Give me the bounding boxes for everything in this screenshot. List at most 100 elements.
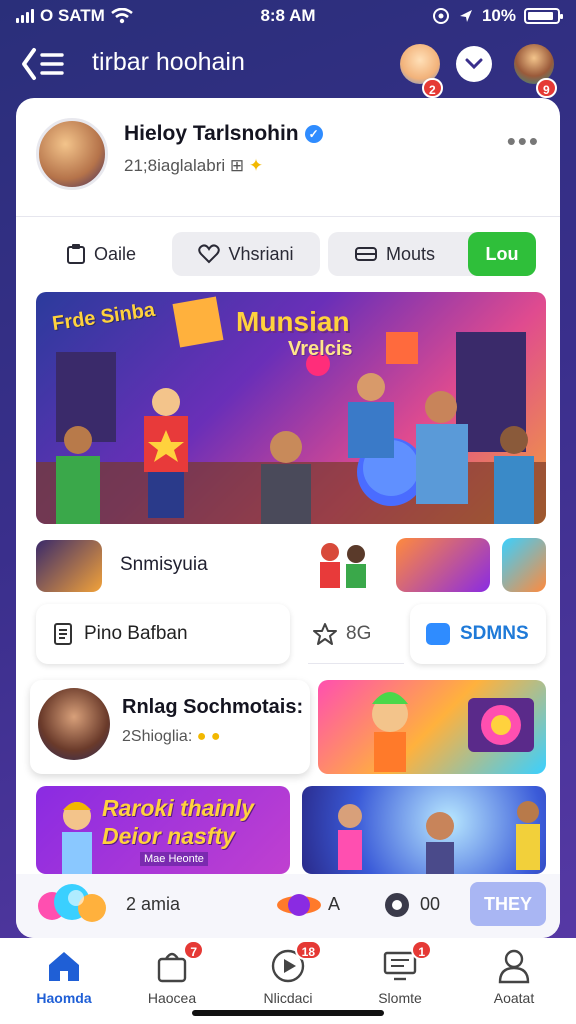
row-a: Snmisyuia [36, 538, 546, 594]
trophy-icon: ✦ [248, 156, 264, 175]
status-bar: O SATM 8:8 AM 10% [0, 0, 576, 34]
profile-subtitle: 21;8iaglalabri ⊞ ✦ [124, 156, 263, 176]
battery-fill [528, 12, 554, 20]
tab-label: Lou [485, 243, 519, 264]
nav-badge: 18 [294, 940, 322, 960]
coin-icon: ● [210, 728, 221, 745]
promo-character [62, 802, 92, 874]
document-icon [54, 623, 72, 645]
hero-banner[interactable]: Frde Sinba Munsian Vrelcis [36, 292, 546, 524]
promo-title-line2: Deior nasfty [102, 823, 235, 849]
rnlag-subtitle: 2Shioglia: ● ● [122, 728, 221, 746]
row-a-label: Snmisyuia [120, 554, 208, 575]
star-rating[interactable]: 8G [308, 604, 404, 664]
pill-label: SDMNS [460, 623, 529, 644]
user-badge: 9 [536, 78, 557, 98]
monitor-icon: 1 [380, 940, 432, 986]
back-menu-icon [22, 48, 64, 80]
tab-label: Mouts [386, 243, 436, 264]
tabs-row: Oaile Vhsriani Mouts Lou [16, 232, 560, 278]
nav-item-slomte[interactable]: 1 Slomte [350, 940, 450, 1016]
star-icon [313, 622, 337, 645]
promo-title-line1: Raroki thainly [102, 795, 255, 821]
emoji-icon: ● [196, 728, 207, 745]
strip-mid-text: A [328, 894, 341, 914]
hero-title: Munsian [236, 306, 350, 337]
star-value: 8G [346, 622, 372, 644]
pill-label: Pino Bafban [84, 623, 188, 644]
nav-label: Haomda [36, 990, 92, 1006]
celebration-thumbnail[interactable] [302, 786, 546, 874]
tab-label: Oaile [93, 243, 137, 264]
nav-badge: 1 [411, 940, 432, 960]
they-button[interactable]: THEY [470, 882, 546, 926]
verified-icon: ✓ [304, 125, 323, 144]
strip-right-text: 00 [420, 894, 441, 914]
row-a-thumbnail[interactable] [396, 538, 490, 592]
rnlag-avatar [38, 688, 110, 760]
strip-left-text: 2 amia [126, 894, 181, 914]
heart-icon [198, 244, 221, 264]
photo-icon [426, 623, 450, 645]
more-options-icon[interactable]: ••• [507, 126, 540, 157]
clipboard-icon [66, 244, 85, 264]
people-illustration [320, 543, 366, 588]
planet-icon [277, 894, 321, 916]
row-b: Pino Bafban 8G SDMNS [36, 604, 546, 666]
row-d: Raroki thainly Deior nasfty Mae Heonte [36, 786, 546, 876]
nav-item-nlicdaci[interactable]: 18 Nlicdaci [238, 940, 338, 1016]
nav-item-aoatat[interactable]: Aoatat [464, 946, 564, 1016]
rnlag-card[interactable]: Rnlag Sochmotais: 2Shioglia: ● ● [30, 680, 310, 774]
promo-banner[interactable]: Raroki thainly Deior nasfty Mae Heonte [36, 786, 290, 874]
alarm-icon [432, 8, 449, 24]
bottom-strip: 2 amia A 00 THEY [16, 874, 560, 938]
hero-subtitle: Vrelcis [288, 338, 353, 360]
profile-avatar[interactable] [36, 118, 108, 190]
profile-row[interactable]: Hieloy Tarlsnohin ✓ 21;8iaglalabri ⊞ ✦ ••… [36, 118, 540, 198]
profile-name-text: Hieloy Tarlsnohin [124, 122, 299, 145]
nav-label: Slomte [378, 990, 422, 1006]
main-card: Hieloy Tarlsnohin ✓ 21;8iaglalabri ⊞ ✦ ••… [16, 98, 560, 938]
chevron-down-icon [465, 58, 483, 70]
car-icon [355, 247, 377, 261]
rnlag-title: Rnlag Sochmotais: [122, 696, 304, 718]
tab-lou[interactable]: Lou [468, 232, 536, 276]
music-illustration [372, 692, 534, 772]
tab-oaile[interactable]: Oaile [36, 232, 166, 276]
location-icon [459, 10, 472, 22]
row-a-thumbnail[interactable] [502, 538, 546, 592]
balloons-icon[interactable] [36, 878, 114, 934]
nav-label: Aoatat [493, 990, 535, 1006]
back-menu-button[interactable] [20, 46, 68, 82]
dropdown-button[interactable] [456, 46, 492, 82]
user-icon [494, 946, 534, 986]
nav-item-home[interactable]: Haomda [14, 946, 114, 1016]
page-title: tirbar hoohain [92, 48, 245, 76]
promo-subtitle: Mae Heonte [140, 852, 208, 866]
divider [16, 216, 560, 217]
nav-item-haocea[interactable]: 7 Haocea [122, 940, 222, 1016]
tab-label: Vhsriani [228, 243, 294, 264]
profile-name: Hieloy Tarlsnohin ✓ [124, 122, 323, 146]
gear-icon[interactable] [382, 890, 412, 920]
play-icon: 18 [268, 940, 322, 986]
profile-subtitle-text: 21;8iaglalabri [124, 156, 226, 175]
promo-title: Raroki thainly Deior nasfty [102, 794, 254, 850]
home-icon [44, 946, 84, 986]
bag-icon: 7 [152, 940, 204, 986]
battery-icon [524, 8, 563, 24]
tab-vhsriani[interactable]: Vhsriani [172, 232, 320, 276]
celebration-illustration [338, 801, 540, 874]
nav-badge: 7 [183, 940, 204, 960]
notification-badge: 2 [422, 78, 443, 98]
people-icon: ⊞ [229, 156, 245, 175]
home-indicator[interactable] [192, 1010, 384, 1016]
battery-percent: 10% [481, 6, 516, 25]
pino-bafban-button[interactable]: Pino Bafban [36, 604, 290, 664]
row-a-thumbnail[interactable] [36, 540, 102, 592]
music-thumbnail[interactable] [318, 680, 546, 774]
row-c: Rnlag Sochmotais: 2Shioglia: ● ● [30, 680, 546, 776]
nav-label: Haocea [147, 990, 197, 1006]
app-header: tirbar hoohain 2 9 [0, 36, 576, 98]
sdmns-button[interactable]: SDMNS [410, 604, 546, 664]
